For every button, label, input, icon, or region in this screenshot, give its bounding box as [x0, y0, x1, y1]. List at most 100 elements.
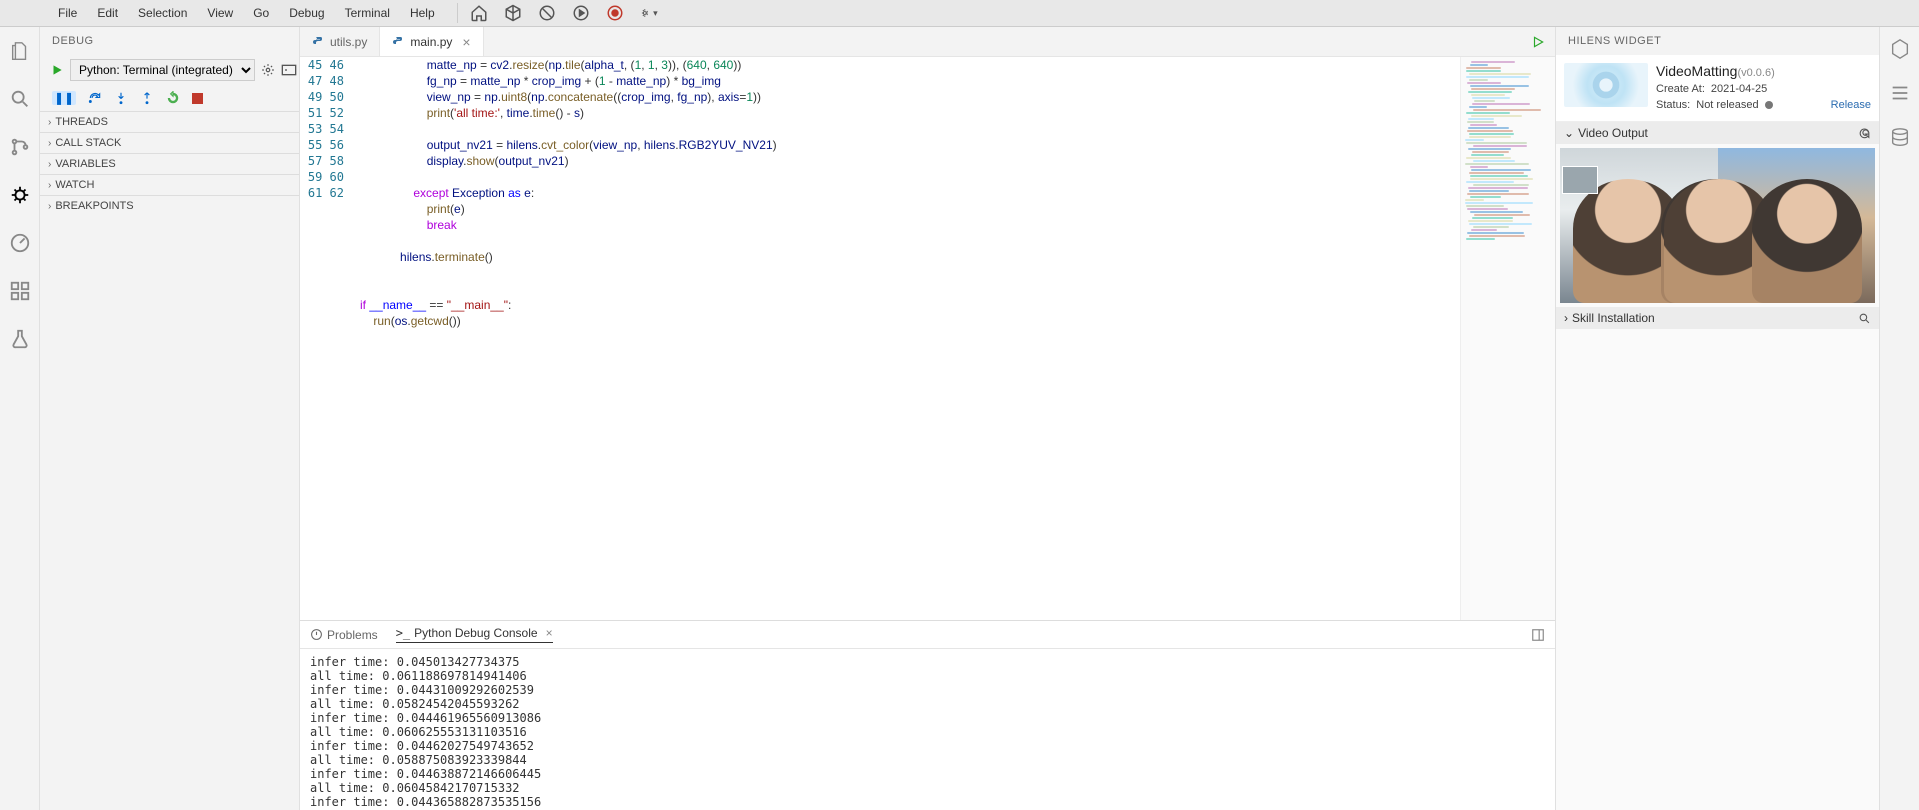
sidebar-title: DEBUG [40, 27, 299, 55]
section-label: CALL STACK [55, 137, 121, 149]
minimap[interactable] [1460, 57, 1555, 620]
reload-icon[interactable] [1858, 127, 1871, 140]
git-icon[interactable] [8, 135, 32, 159]
toolbar-icons: ▾ [470, 4, 658, 22]
debug-config-select[interactable]: Python: Terminal (integrated) [70, 59, 255, 81]
chevron-right-icon: › [1564, 311, 1568, 325]
record-icon[interactable] [606, 4, 624, 22]
files-icon[interactable] [8, 39, 32, 63]
list-icon[interactable] [1888, 81, 1912, 105]
menu-selection[interactable]: Selection [128, 2, 197, 24]
gear-dropdown-icon[interactable]: ▾ [640, 4, 658, 22]
section-label: THREADS [55, 116, 108, 128]
flask-icon[interactable] [8, 327, 32, 351]
console-output[interactable]: infer time: 0.045013427734375 all time: … [300, 649, 1555, 810]
section-variables[interactable]: › VARIABLES [40, 153, 299, 174]
search-icon[interactable] [8, 87, 32, 111]
section-threads[interactable]: › THREADS [40, 111, 299, 132]
step-into-icon[interactable] [114, 91, 128, 105]
menu-debug[interactable]: Debug [279, 2, 334, 24]
editor-tabs: utils.py main.py × [300, 27, 1555, 57]
play-circle-icon[interactable] [572, 4, 590, 22]
section-watch[interactable]: › WATCH [40, 174, 299, 195]
cube-icon[interactable] [504, 4, 522, 22]
hilens-widget-panel: HILENS WIDGET VideoMatting(v0.0.6) Creat… [1555, 27, 1879, 810]
tab-main-py[interactable]: main.py × [380, 27, 483, 56]
panel-tab-label: Problems [327, 628, 378, 642]
panel-tab-problems[interactable]: Problems [310, 628, 378, 642]
start-debug-button[interactable] [50, 63, 64, 77]
warning-icon [310, 628, 323, 641]
database-icon[interactable] [1888, 125, 1912, 149]
section-label: WATCH [55, 179, 94, 191]
hexagon-icon[interactable] [1888, 37, 1912, 61]
editor-body: 45 46 47 48 49 50 51 52 53 54 55 56 57 5… [300, 57, 1555, 620]
close-icon[interactable]: × [462, 34, 470, 50]
created-label: Create At: [1656, 81, 1705, 97]
video-section-label: Video Output [1578, 126, 1648, 140]
menu-terminal[interactable]: Terminal [335, 2, 400, 24]
release-link[interactable]: Release [1831, 97, 1871, 113]
status-dot-icon [1765, 101, 1773, 109]
skill-card: VideoMatting(v0.0.6) Create At: 2021-04-… [1556, 55, 1879, 122]
no-debug-icon[interactable] [538, 4, 556, 22]
install-section-label: Skill Installation [1572, 311, 1655, 325]
debug-sidebar: DEBUG Python: Terminal (integrated) ❚❚ ›… [40, 27, 300, 810]
tab-utils-py[interactable]: utils.py [300, 27, 380, 56]
tab-label: main.py [410, 35, 452, 49]
skill-info: VideoMatting(v0.0.6) Create At: 2021-04-… [1656, 63, 1871, 113]
restart-icon[interactable] [166, 91, 180, 105]
main-menu: FileEditSelectionViewGoDebugTerminalHelp [48, 2, 445, 24]
stop-icon[interactable] [192, 93, 203, 104]
debug-toolbar: ❚❚ [40, 85, 299, 111]
video-output-section[interactable]: ⌄ Video Output [1556, 122, 1879, 144]
status-label: Status: [1656, 97, 1690, 113]
chevron-right-icon: › [48, 159, 51, 170]
line-gutter: 45 46 47 48 49 50 51 52 53 54 55 56 57 5… [300, 57, 360, 620]
output-icon[interactable] [281, 64, 297, 76]
skill-version: (v0.0.6) [1737, 67, 1774, 79]
status-value: Not released [1696, 97, 1758, 113]
skill-install-section[interactable]: › Skill Installation [1556, 307, 1879, 329]
panel-layout-icon[interactable] [1531, 628, 1545, 642]
panel-tabs: Problems>_Python Debug Console× [300, 621, 1555, 649]
separator [457, 3, 458, 23]
right-activity-bar [1879, 27, 1919, 810]
chevron-right-icon: › [48, 117, 51, 128]
section-breakpoints[interactable]: ›BREAKPOINTS [40, 195, 299, 216]
menu-file[interactable]: File [48, 2, 87, 24]
menu-go[interactable]: Go [243, 2, 279, 24]
editor-column: utils.py main.py × 45 46 47 48 49 50 51 52… [300, 27, 1555, 810]
section-call-stack[interactable]: ›CALL STACK [40, 132, 299, 153]
tab-label: utils.py [330, 35, 367, 49]
section-label: VARIABLES [55, 158, 115, 170]
debug-config-row: Python: Terminal (integrated) [40, 55, 299, 85]
extensions-icon[interactable] [8, 279, 32, 303]
debug-icon[interactable] [8, 183, 32, 207]
home-icon[interactable] [470, 4, 488, 22]
pause-icon[interactable]: ❚❚ [52, 91, 76, 105]
panel-tab-python-debug-console[interactable]: >_Python Debug Console× [396, 626, 553, 643]
run-icon[interactable] [1531, 35, 1545, 49]
chevron-right-icon: › [48, 201, 51, 212]
menu-view[interactable]: View [197, 2, 243, 24]
step-over-icon[interactable] [88, 91, 102, 105]
step-out-icon[interactable] [140, 91, 154, 105]
gauge-icon[interactable] [8, 231, 32, 255]
close-icon[interactable]: × [546, 626, 553, 640]
python-icon [392, 36, 404, 48]
python-icon [312, 36, 324, 48]
configure-icon[interactable] [261, 63, 275, 77]
panel-tab-label: Python Debug Console [414, 626, 537, 640]
code-area[interactable]: matte_np = cv2.resize(np.tile(alpha_t, (… [360, 57, 1460, 620]
menu-edit[interactable]: Edit [87, 2, 128, 24]
skill-thumbnail [1564, 63, 1648, 107]
bottom-panel: Problems>_Python Debug Console× infer ti… [300, 620, 1555, 810]
widget-title: HILENS WIDGET [1556, 27, 1879, 55]
person-figure [1752, 179, 1862, 303]
video-thumbnail [1562, 166, 1598, 194]
skill-name: VideoMatting [1656, 63, 1737, 79]
menu-help[interactable]: Help [400, 2, 445, 24]
search-small-icon[interactable] [1858, 312, 1871, 325]
chevron-right-icon: › [48, 180, 51, 191]
